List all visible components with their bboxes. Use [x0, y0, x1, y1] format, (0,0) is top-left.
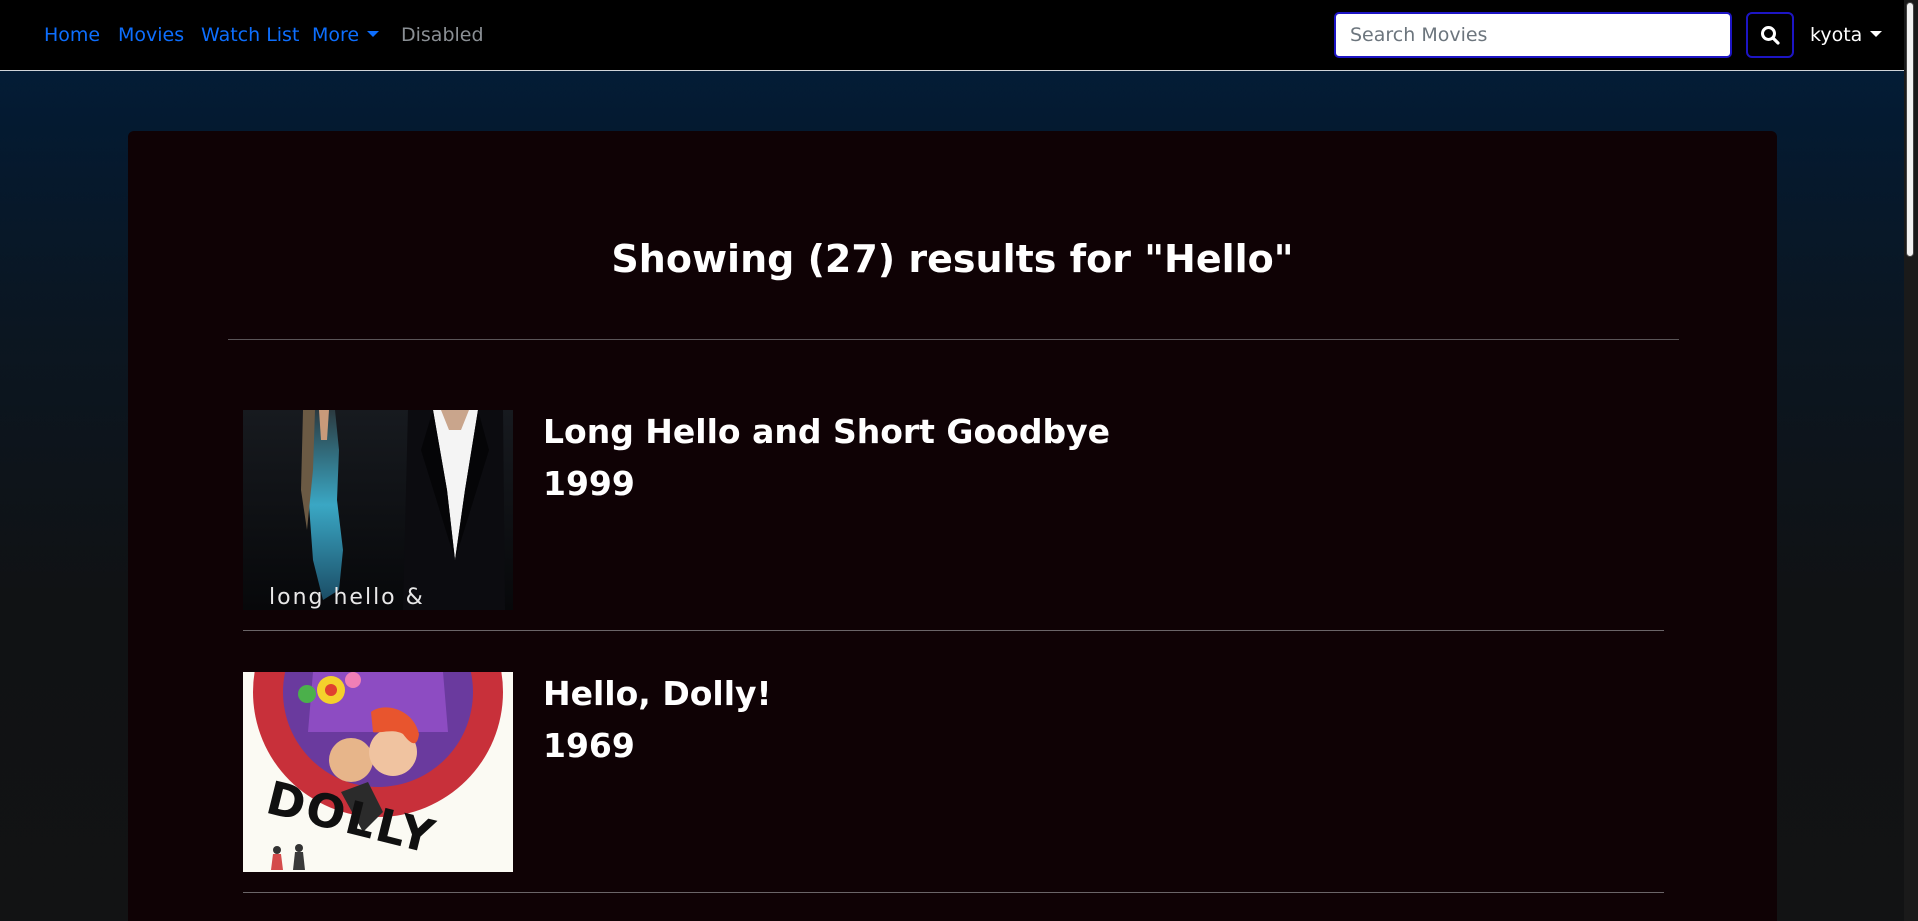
result-year: 1969	[543, 726, 635, 765]
navbar: Home Movies Watch List More Disabled kyo…	[0, 0, 1904, 71]
result-year: 1999	[543, 464, 635, 503]
poster-image-long-hello: long hello &	[243, 410, 513, 610]
user-menu-dropdown[interactable]: kyota	[1810, 23, 1883, 47]
movie-poster[interactable]: long hello &	[243, 410, 513, 610]
user-name: kyota	[1810, 24, 1863, 46]
result-divider	[243, 630, 1664, 631]
results-heading: Showing (27) results for "Hello"	[611, 237, 1294, 281]
result-title[interactable]: Long Hello and Short Goodbye	[543, 412, 1110, 452]
nav-link-movies[interactable]: Movies	[118, 23, 184, 47]
result-title[interactable]: Hello, Dolly!	[543, 674, 772, 714]
scrollbar-thumb[interactable]	[1906, 2, 1914, 257]
caret-down-icon	[1870, 31, 1883, 37]
movie-poster[interactable]: DOLLY	[243, 672, 513, 872]
result-item[interactable]: DOLLY Hello, Dolly! 1969	[243, 672, 1664, 912]
nav-dropdown-more[interactable]: More	[312, 23, 380, 47]
caret-down-icon	[367, 31, 380, 37]
heading-divider	[228, 339, 1679, 340]
result-divider	[243, 892, 1664, 893]
poster-image-hello-dolly: DOLLY	[243, 672, 513, 872]
result-item[interactable]: long hello & Long Hello and Short Goodby…	[243, 410, 1664, 650]
nav-dropdown-more-label: More	[312, 24, 360, 46]
nav-link-disabled: Disabled	[401, 24, 484, 46]
nav-link-home[interactable]: Home	[44, 23, 100, 47]
search-input[interactable]	[1334, 12, 1732, 58]
poster-text: long hello &	[269, 585, 425, 610]
search-icon	[1761, 26, 1780, 45]
results-panel: Showing (27) results for "Hello" long he…	[128, 131, 1777, 921]
search-button[interactable]	[1746, 12, 1794, 58]
nav-link-watch-list[interactable]: Watch List	[201, 23, 299, 47]
